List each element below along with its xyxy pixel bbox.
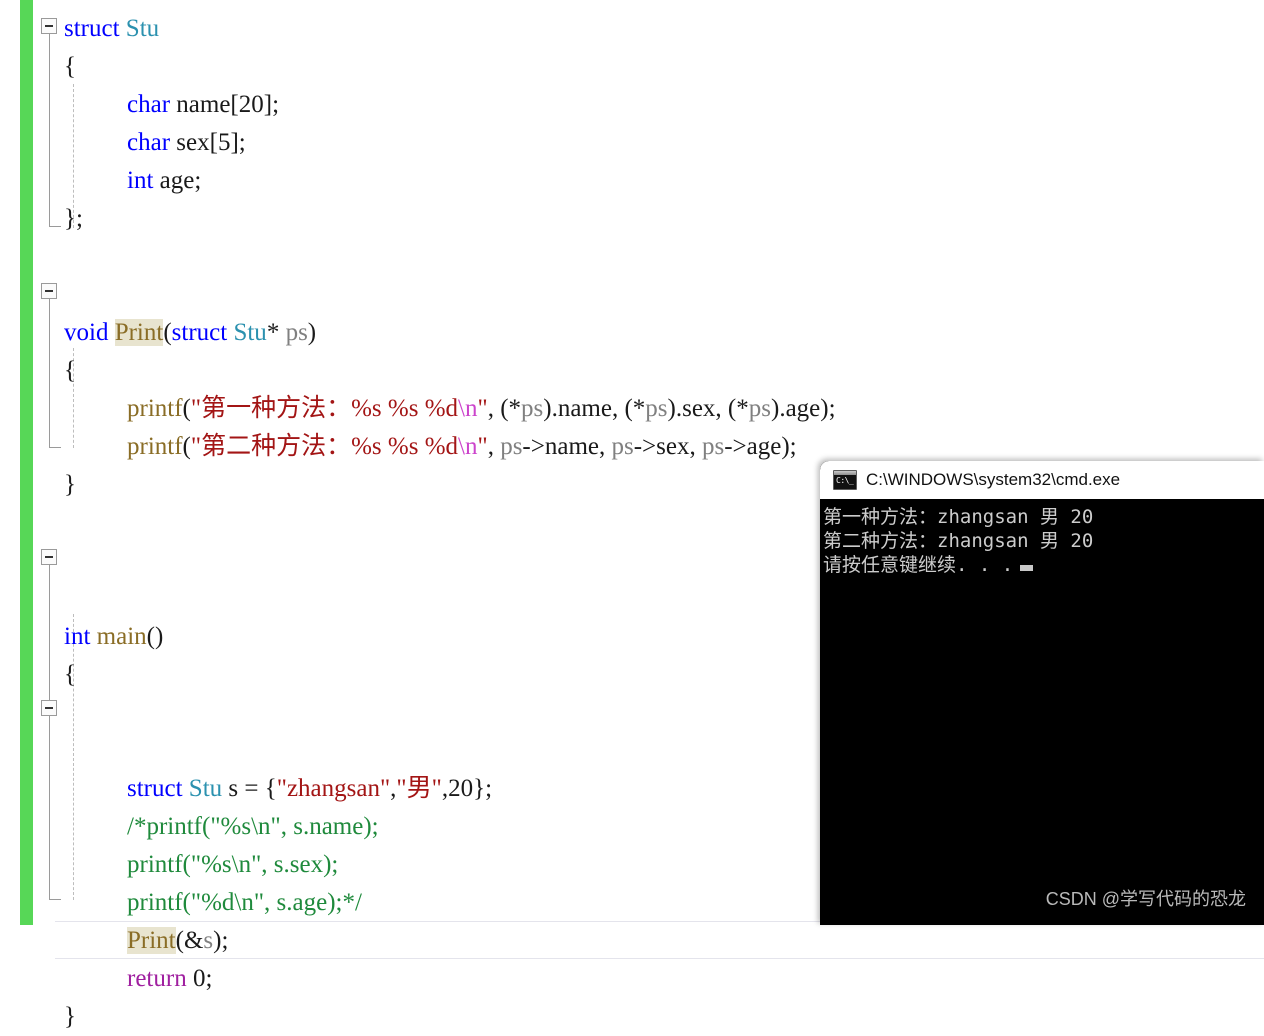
code-token: ->name,: [522, 433, 612, 460]
code-token: 20: [238, 91, 264, 118]
code-token: ps: [645, 395, 668, 422]
code-token: printf: [127, 433, 183, 460]
code-token: "zhangsan": [276, 775, 391, 802]
code-token: main: [96, 623, 147, 650]
code-token: }: [64, 471, 76, 498]
console-cursor: [1020, 565, 1034, 571]
code-line[interactable]: [0, 238, 1264, 276]
code-token: {: [64, 357, 76, 384]
code-line[interactable]: Print(&s);: [0, 922, 1264, 960]
code-token: "男": [396, 775, 442, 802]
code-token: ];: [263, 91, 280, 118]
code-line[interactable]: [0, 276, 1264, 314]
code-token: ps: [748, 395, 771, 422]
code-token: 0: [192, 965, 206, 992]
code-token: ps: [500, 433, 523, 460]
console-line: 请按任意键继续. . .: [823, 553, 1264, 577]
code-token: char: [127, 129, 171, 156]
console-window[interactable]: C:\_ C:\WINDOWS\system32\cmd.exe 第一种方法：z…: [820, 461, 1264, 925]
code-token: ;: [205, 965, 213, 992]
code-token: (: [182, 395, 191, 422]
code-line[interactable]: struct Stu: [0, 10, 1264, 48]
code-line[interactable]: {: [0, 48, 1264, 86]
console-line: 第一种方法：zhangsan 男 20: [823, 506, 1094, 528]
code-token: 20: [448, 775, 474, 802]
code-token: printf("%s\n", s.sex);: [127, 851, 339, 878]
code-token: {: [64, 53, 76, 80]
code-token: ps: [611, 433, 634, 460]
code-token: Print: [114, 319, 164, 346]
code-line[interactable]: return 0;: [0, 960, 1264, 998]
cmd-icon-prompt: C:\_: [836, 476, 854, 485]
code-token: }: [64, 1003, 76, 1030]
code-token: );: [213, 927, 229, 954]
code-token: \n: [458, 395, 478, 422]
code-token: struct: [64, 15, 120, 42]
code-token: s = {: [222, 775, 277, 802]
code-token: , (*: [487, 395, 522, 422]
console-title-bar[interactable]: C:\_ C:\WINDOWS\system32\cmd.exe: [820, 461, 1264, 499]
code-token: struct: [127, 775, 183, 802]
code-token: name: [170, 91, 231, 118]
console-line: 第二种方法：zhangsan 男 20: [823, 530, 1094, 552]
code-token: [: [230, 91, 239, 118]
code-token: ).age);: [771, 395, 836, 422]
code-token: (: [182, 433, 191, 460]
code-line[interactable]: };: [0, 200, 1264, 238]
code-token: age;: [153, 167, 202, 194]
code-token: void: [64, 319, 109, 346]
code-token: /*printf("%s\n", s.name);: [127, 813, 379, 840]
code-token: {: [64, 661, 76, 688]
code-line[interactable]: int age;: [0, 162, 1264, 200]
code-token: printf: [127, 395, 183, 422]
code-token: Stu: [233, 319, 267, 346]
code-token: "第一种方法：%s %s %d: [190, 395, 459, 422]
code-token: return: [127, 965, 187, 992]
code-token: ).name, (*: [543, 395, 646, 422]
code-token: printf("%d\n", s.age);*/: [127, 889, 362, 916]
code-token: ): [307, 319, 317, 346]
code-line[interactable]: printf("第一种方法：%s %s %d\n", (*ps).name, (…: [0, 390, 1264, 428]
code-token: Print: [127, 927, 176, 954]
code-token: s: [203, 927, 214, 954]
code-line[interactable]: }: [0, 998, 1264, 1036]
code-line[interactable]: char name[20];: [0, 86, 1264, 124]
code-token: ).sex, (*: [667, 395, 749, 422]
code-token: ": [477, 433, 488, 460]
code-token: (): [146, 623, 164, 650]
code-token: sex: [170, 129, 210, 156]
console-output[interactable]: 第一种方法：zhangsan 男 20 第二种方法：zhangsan 男 20 请按…: [820, 499, 1264, 925]
code-token: ->sex,: [633, 433, 702, 460]
code-token: Stu: [125, 15, 160, 42]
code-token: (: [163, 319, 172, 346]
code-token: ps: [521, 395, 544, 422]
code-token: \n: [458, 433, 478, 460]
code-token: ->age);: [724, 433, 797, 460]
code-line[interactable]: char sex[5];: [0, 124, 1264, 162]
code-token: *: [266, 319, 280, 346]
code-token: 5: [217, 129, 231, 156]
code-token: ps: [701, 433, 725, 460]
code-token: Stu: [188, 775, 223, 802]
code-token: };: [473, 775, 493, 802]
code-line[interactable]: void Print(struct Stu* ps): [0, 314, 1264, 352]
code-token: ,: [487, 433, 501, 460]
code-token: ];: [230, 129, 246, 156]
code-token: (&: [175, 927, 204, 954]
code-line[interactable]: {: [0, 352, 1264, 390]
code-token: [: [209, 129, 218, 156]
console-title-text: C:\WINDOWS\system32\cmd.exe: [866, 470, 1121, 489]
code-token: char: [127, 91, 171, 118]
code-token: };: [64, 205, 83, 232]
code-token: "第二种方法：%s %s %d: [190, 433, 459, 460]
cmd-icon: C:\_: [833, 470, 857, 490]
code-token: ps: [285, 319, 308, 346]
code-token: int: [64, 623, 91, 650]
code-token: struct: [171, 319, 228, 346]
code-token: int: [127, 167, 154, 194]
watermark: CSDN @学写代码的恐龙: [1045, 889, 1246, 909]
code-token: ": [477, 395, 488, 422]
